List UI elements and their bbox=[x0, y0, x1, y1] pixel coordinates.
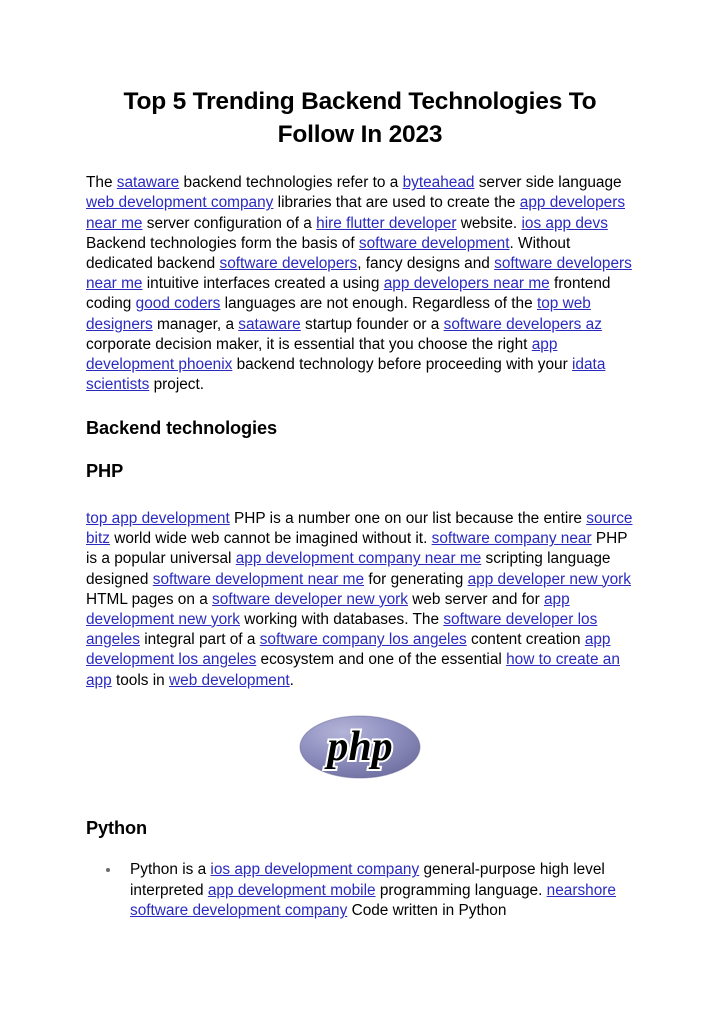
php-paragraph: top app development PHP is a number one … bbox=[86, 509, 633, 689]
inline-link[interactable]: software developer new york bbox=[212, 591, 408, 608]
heading-python: Python bbox=[86, 817, 148, 838]
list-item-text: Python is a ios app development company … bbox=[130, 861, 616, 920]
inline-link[interactable]: app development mobile bbox=[208, 882, 376, 899]
php-logo-figure: php bbox=[86, 715, 634, 779]
inline-link[interactable]: web development bbox=[169, 672, 290, 689]
inline-link[interactable]: hire flutter developer bbox=[316, 215, 456, 232]
php-logo-image: php bbox=[299, 715, 421, 779]
inline-link[interactable]: app developers near me bbox=[384, 275, 550, 292]
page-title: Top 5 Trending Backend Technologies To F… bbox=[123, 88, 597, 148]
list-item: Python is a ios app development company … bbox=[86, 860, 634, 921]
inline-link[interactable]: app development company near me bbox=[236, 550, 482, 567]
inline-link[interactable]: software company near bbox=[432, 530, 592, 547]
inline-link[interactable]: software developers bbox=[220, 255, 358, 272]
inline-link[interactable]: sataware bbox=[238, 316, 300, 333]
document-content: Top 5 Trending Backend Technologies To F… bbox=[86, 86, 634, 928]
inline-link[interactable]: sataware bbox=[117, 174, 179, 191]
inline-link[interactable]: app development phoenix bbox=[86, 336, 557, 373]
python-bullet-list: Python is a ios app development company … bbox=[86, 860, 634, 921]
inline-link[interactable]: top app development bbox=[86, 510, 230, 527]
php-logo-wordmark: php bbox=[324, 724, 392, 770]
intro-paragraph: The sataware backend technologies refer … bbox=[86, 174, 632, 394]
inline-link[interactable]: software development bbox=[359, 235, 510, 252]
inline-link[interactable]: ios app development company bbox=[210, 861, 419, 878]
inline-link[interactable]: good coders bbox=[136, 295, 221, 312]
inline-link[interactable]: app developer new york bbox=[468, 571, 631, 588]
inline-link[interactable]: software development near me bbox=[153, 571, 364, 588]
heading-backend-technologies: Backend technologies bbox=[86, 418, 278, 439]
document-page: Top 5 Trending Backend Technologies To F… bbox=[0, 0, 720, 1018]
inline-link[interactable]: software developers az bbox=[444, 316, 602, 333]
inline-link[interactable]: software developers near me bbox=[86, 255, 632, 292]
php-logo-svg: php bbox=[299, 715, 421, 779]
inline-link[interactable]: byteahead bbox=[403, 174, 475, 191]
inline-link[interactable]: software company los angeles bbox=[260, 631, 467, 648]
inline-link[interactable]: web development company bbox=[86, 194, 273, 211]
bullet-marker-icon bbox=[106, 868, 110, 873]
heading-php: PHP bbox=[86, 461, 124, 482]
inline-link[interactable]: ios app devs bbox=[521, 215, 607, 232]
